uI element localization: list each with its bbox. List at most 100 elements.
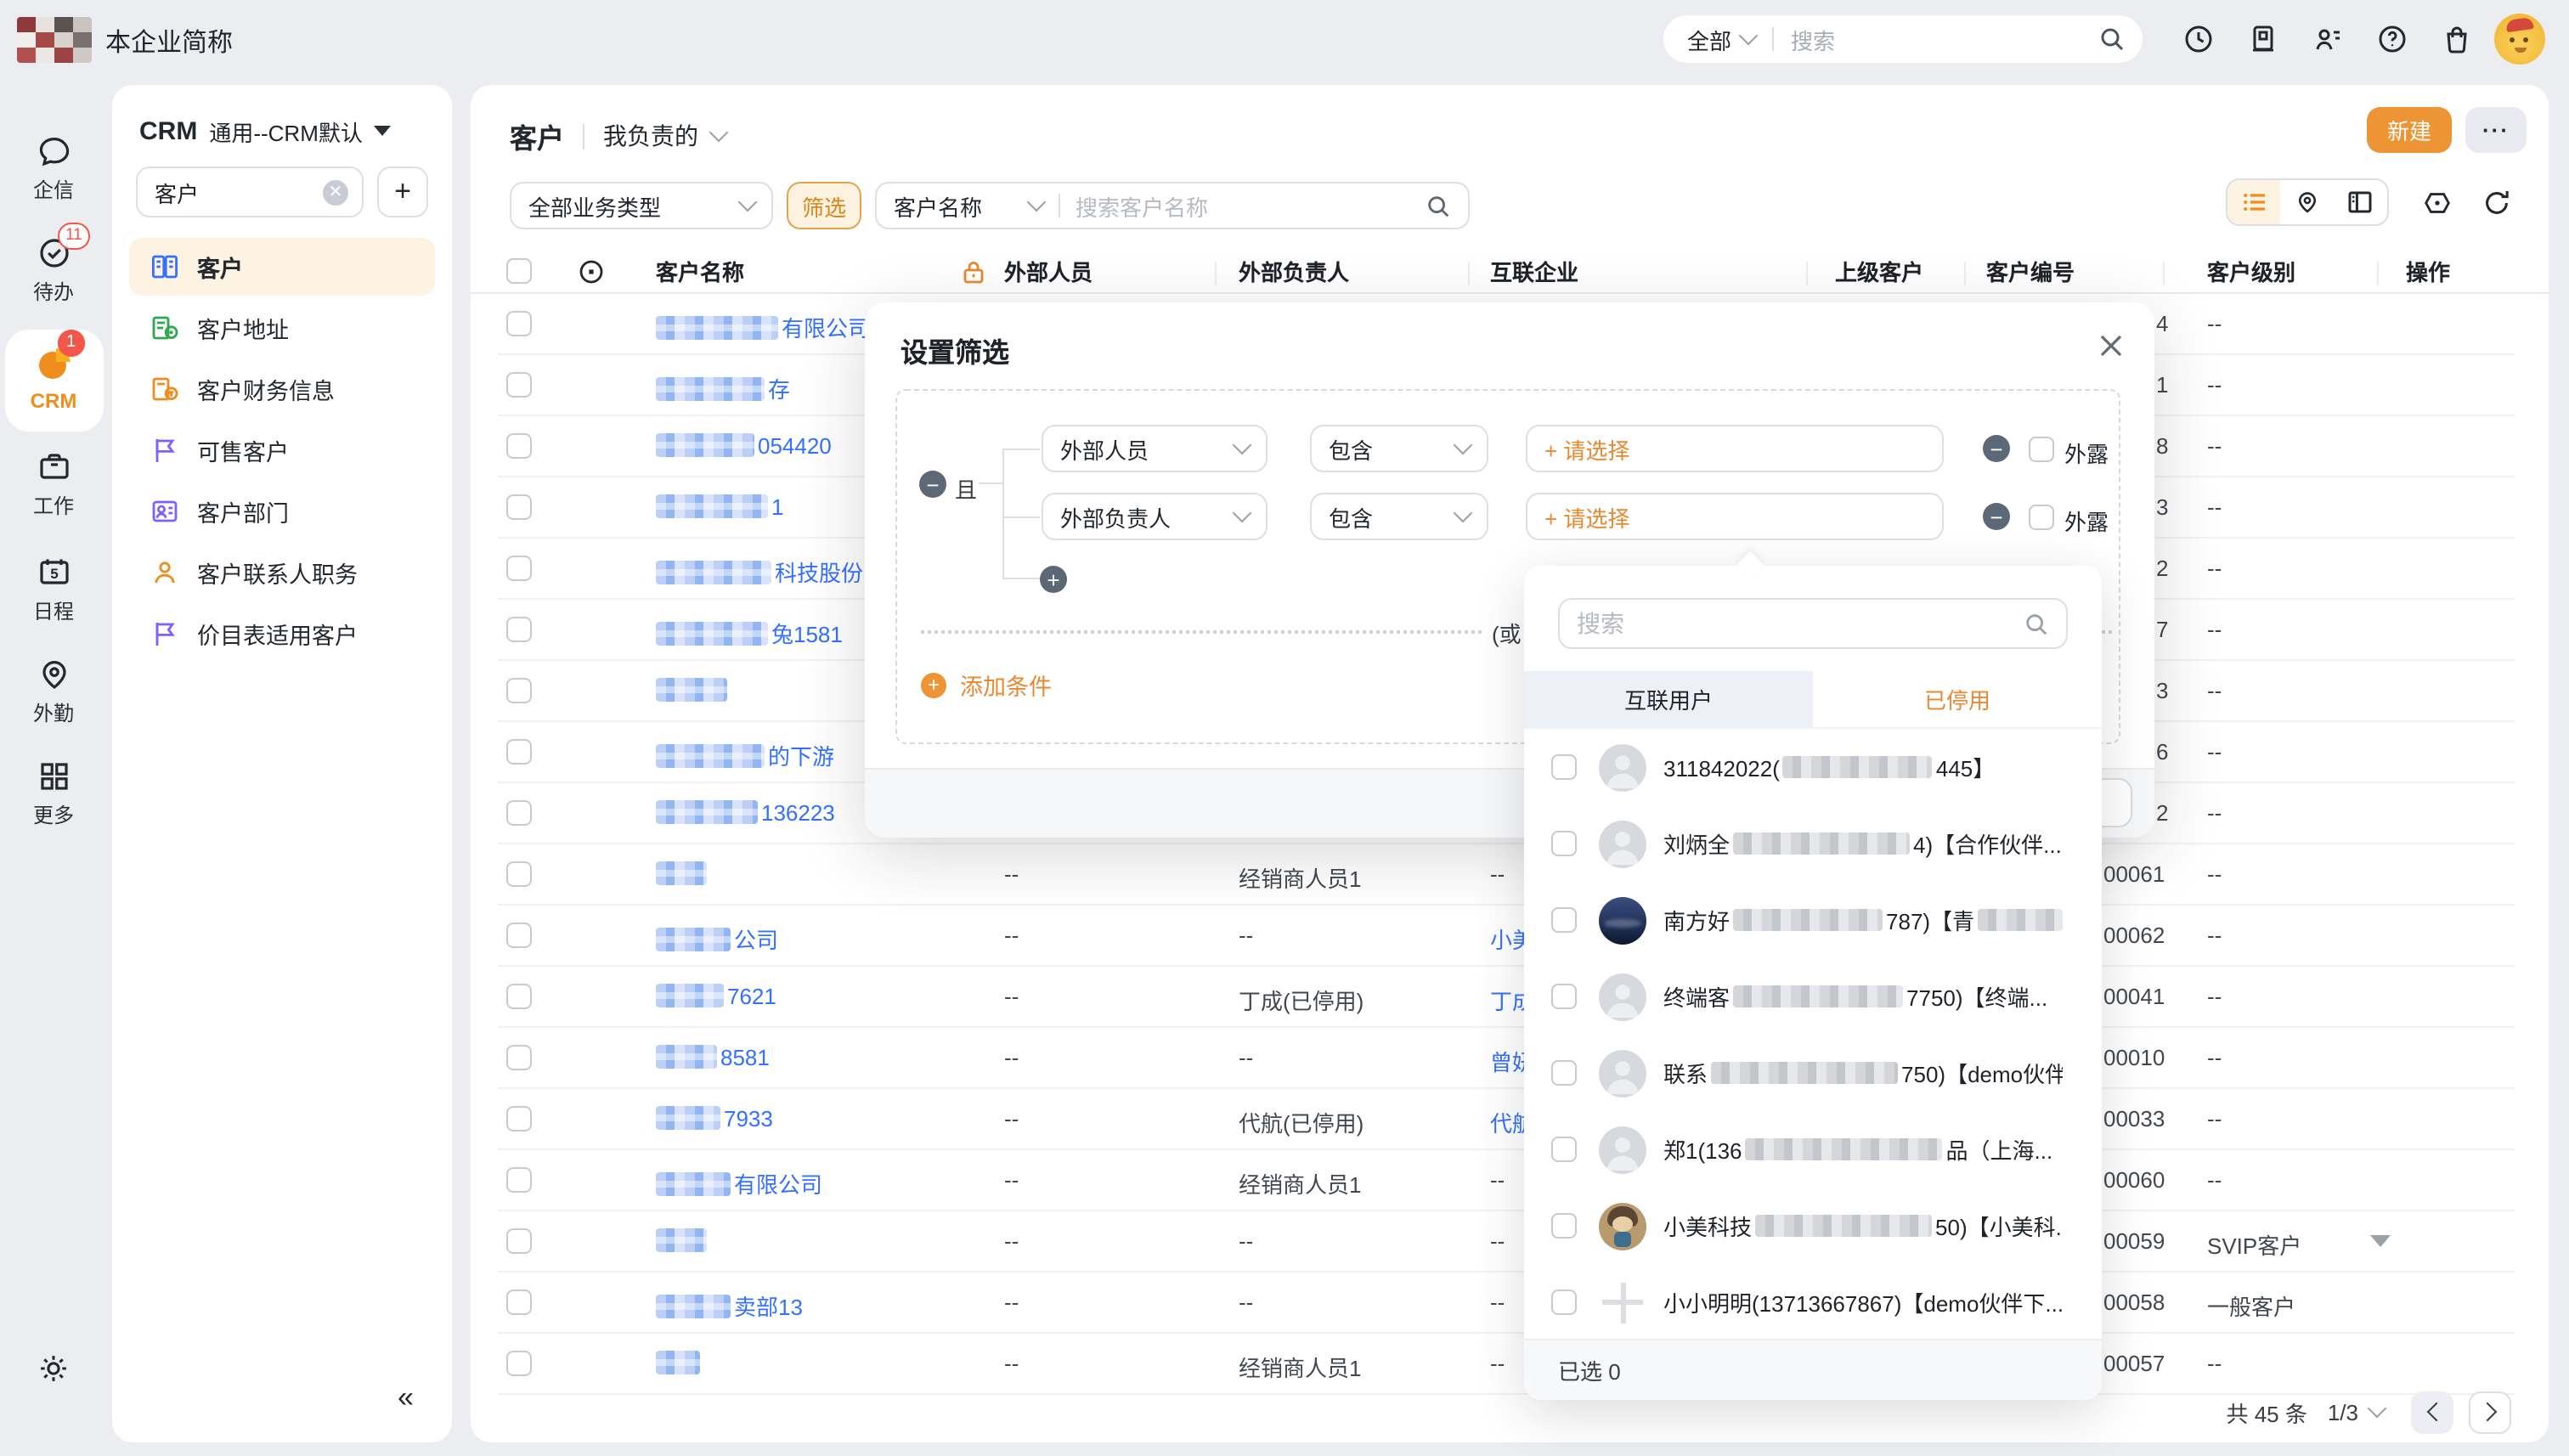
row-checkbox[interactable] bbox=[506, 433, 532, 459]
tab-disabled-users[interactable]: 已停用 bbox=[1813, 671, 2102, 727]
user-list-item[interactable]: 小小明明(13713667867)【demo伙伴下... bbox=[1524, 1264, 2102, 1339]
customer-name-link[interactable]: 的下游 bbox=[768, 744, 834, 770]
settings-gear-icon[interactable] bbox=[36, 1351, 71, 1386]
customer-name-link[interactable]: 7933 bbox=[724, 1106, 773, 1132]
user-checkbox[interactable] bbox=[1551, 984, 1577, 1009]
customer-name-link[interactable]: 卖部13 bbox=[734, 1295, 803, 1320]
rail-item-chat[interactable]: 企信 bbox=[0, 133, 107, 204]
user-checkbox[interactable] bbox=[1551, 831, 1577, 856]
customer-name-link[interactable]: 公司 bbox=[734, 928, 778, 953]
cond2-remove-button[interactable]: − bbox=[1983, 503, 2010, 530]
cond1-field-select[interactable]: 外部人员 bbox=[1042, 425, 1268, 472]
popup-search[interactable]: 搜索 bbox=[1558, 598, 2068, 649]
new-button[interactable]: 新建 bbox=[2367, 107, 2452, 153]
workspace-switcher[interactable]: CRM 通用--CRM默认 bbox=[139, 112, 392, 150]
customer-name-link[interactable]: 8581 bbox=[720, 1045, 770, 1070]
user-list-item[interactable]: 郑1(136品（上海... bbox=[1524, 1111, 2102, 1188]
sidebar-collapse-button[interactable]: « bbox=[398, 1381, 414, 1415]
rail-item-schedule[interactable]: 5 日程 bbox=[0, 554, 107, 625]
user-list-item[interactable]: 刘炳全4)【合作伙伴... bbox=[1524, 805, 2102, 882]
row-checkbox[interactable] bbox=[506, 494, 532, 520]
user-list-item[interactable]: 联系750)【demo伙伴下... bbox=[1524, 1035, 2102, 1111]
row-checkbox[interactable] bbox=[506, 617, 532, 642]
checkin-icon[interactable] bbox=[2246, 22, 2280, 56]
cond2-field-select[interactable]: 外部负责人 bbox=[1042, 493, 1268, 540]
user-list-item[interactable]: 终端客7750)【终端... bbox=[1524, 958, 2102, 1035]
contacts-icon[interactable] bbox=[2311, 22, 2345, 56]
board-view-button[interactable] bbox=[2334, 180, 2387, 224]
row-checkbox[interactable] bbox=[506, 1167, 532, 1193]
customer-name-link[interactable]: 7621 bbox=[727, 984, 776, 1009]
next-page-button[interactable] bbox=[2469, 1391, 2511, 1433]
business-type-select[interactable]: 全部业务类型 bbox=[510, 182, 773, 229]
clear-icon[interactable]: ✕ bbox=[323, 179, 348, 205]
refresh-icon[interactable] bbox=[2481, 187, 2513, 219]
level-caret-icon[interactable] bbox=[2370, 1235, 2391, 1247]
col-linked-company[interactable]: 互联企业 bbox=[1490, 255, 1578, 287]
help-icon[interactable] bbox=[2375, 22, 2409, 56]
col-ext-person[interactable]: 外部人员 bbox=[1004, 255, 1093, 287]
col-customer-name[interactable]: 客户名称 bbox=[656, 255, 744, 287]
customer-name-link[interactable]: 054420 bbox=[758, 433, 832, 459]
close-icon[interactable] bbox=[2098, 333, 2124, 358]
sidebar-item-sellable[interactable]: 可售客户 bbox=[129, 421, 435, 479]
row-checkbox[interactable] bbox=[506, 739, 532, 765]
rail-item-more[interactable]: 更多 bbox=[0, 758, 107, 829]
row-checkbox[interactable] bbox=[506, 861, 532, 887]
sidebar-item-department[interactable]: 客户部门 bbox=[129, 483, 435, 540]
target-column-icon[interactable] bbox=[578, 258, 605, 285]
col-customer-level[interactable]: 客户级别 bbox=[2207, 255, 2295, 287]
cond2-expose-checkbox[interactable] bbox=[2029, 505, 2054, 530]
map-view-button[interactable] bbox=[2281, 180, 2335, 224]
customer-name-link[interactable]: 1 bbox=[771, 494, 783, 520]
row-checkbox[interactable] bbox=[506, 1351, 532, 1376]
scope-selector[interactable]: 我负责的 bbox=[603, 119, 698, 153]
row-checkbox[interactable] bbox=[506, 1045, 532, 1070]
col-parent-customer[interactable]: 上级客户 bbox=[1835, 255, 1923, 287]
clock-icon[interactable] bbox=[2182, 22, 2216, 56]
user-checkbox[interactable] bbox=[1551, 1137, 1577, 1162]
app-store-icon[interactable] bbox=[2440, 22, 2474, 56]
user-checkbox[interactable] bbox=[1551, 1290, 1577, 1315]
customer-name-link[interactable]: 有限公司 bbox=[782, 316, 870, 341]
cond2-op-select[interactable]: 包含 bbox=[1310, 493, 1488, 540]
user-list-item[interactable]: 南方好787)【青】... bbox=[1524, 882, 2102, 958]
customer-name-link[interactable]: 兔1581 bbox=[771, 622, 843, 647]
row-checkbox[interactable] bbox=[506, 1228, 532, 1254]
sidebar-search[interactable]: ✕ bbox=[136, 166, 364, 217]
search-scope[interactable]: 全部 bbox=[1687, 23, 1731, 55]
user-checkbox[interactable] bbox=[1551, 1213, 1577, 1239]
user-list-item[interactable]: 311842022(445】 bbox=[1524, 729, 2102, 805]
user-checkbox[interactable] bbox=[1551, 754, 1577, 780]
add-condition-button[interactable]: + 添加条件 bbox=[921, 666, 1052, 703]
sidebar-item-customer[interactable]: 客户 bbox=[129, 238, 435, 296]
customer-name-link[interactable]: 有限公司 bbox=[734, 1172, 822, 1198]
row-checkbox[interactable] bbox=[506, 678, 532, 703]
add-object-button[interactable]: + bbox=[377, 166, 428, 217]
table-search[interactable]: 客户名称 搜索客户名称 bbox=[875, 182, 1470, 229]
search-field-select[interactable]: 客户名称 bbox=[894, 189, 982, 222]
sidebar-search-input[interactable] bbox=[155, 179, 301, 205]
row-checkbox[interactable] bbox=[506, 1106, 532, 1132]
search-icon[interactable] bbox=[2098, 25, 2126, 53]
col-actions[interactable]: 操作 bbox=[2406, 255, 2450, 287]
user-list-item[interactable]: 小美科技50)【小美科... bbox=[1524, 1188, 2102, 1264]
cond1-expose-checkbox[interactable] bbox=[2029, 437, 2054, 462]
sidebar-item-address[interactable]: 客户地址 bbox=[129, 299, 435, 357]
prev-page-button[interactable] bbox=[2411, 1391, 2453, 1433]
row-checkbox[interactable] bbox=[506, 372, 532, 398]
row-checkbox[interactable] bbox=[506, 800, 532, 826]
row-checkbox[interactable] bbox=[506, 556, 532, 581]
row-checkbox[interactable] bbox=[506, 1290, 532, 1315]
customer-name-link[interactable]: 科技股份 bbox=[775, 561, 863, 586]
rail-item-crm[interactable]: 1 CRM bbox=[0, 343, 107, 413]
cond1-op-select[interactable]: 包含 bbox=[1310, 425, 1488, 472]
customer-name-link[interactable]: 136223 bbox=[761, 800, 835, 826]
user-checkbox[interactable] bbox=[1551, 1060, 1577, 1086]
cond1-value-picker[interactable]: + 请选择 bbox=[1526, 425, 1944, 472]
sidebar-item-finance[interactable]: 客户财务信息 bbox=[129, 360, 435, 418]
rail-item-todo[interactable]: 11 待办 bbox=[0, 234, 107, 306]
row-checkbox[interactable] bbox=[506, 311, 532, 336]
global-search[interactable]: 全部 搜索 bbox=[1663, 15, 2143, 63]
company-logo[interactable] bbox=[17, 17, 92, 63]
